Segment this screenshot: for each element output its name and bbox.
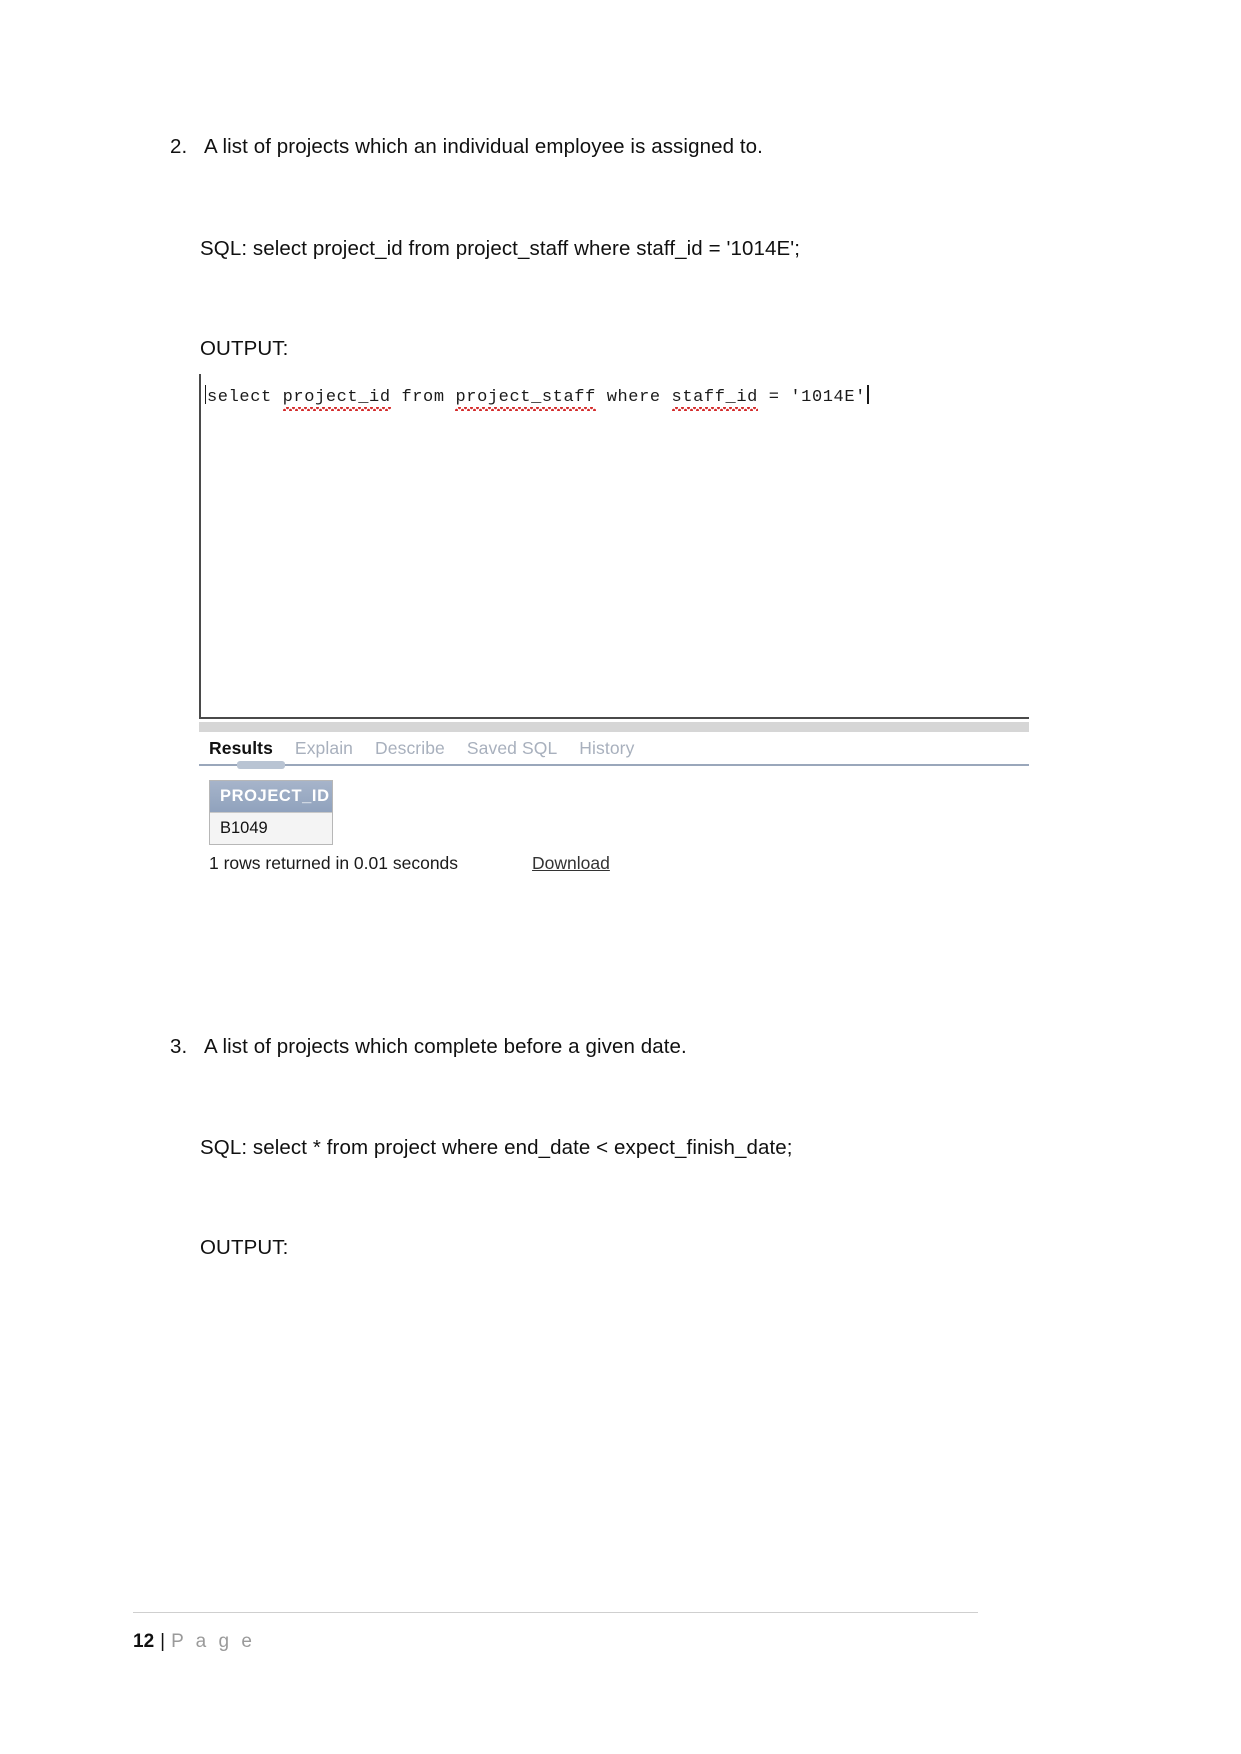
tab-saved-sql[interactable]: Saved SQL <box>467 738 557 759</box>
download-link[interactable]: Download <box>532 853 610 874</box>
list-item-number: 2. <box>170 135 188 158</box>
output-label-1: OUTPUT: <box>200 337 289 360</box>
text-caret-start-icon <box>205 385 206 404</box>
footer-separator: | <box>160 1631 166 1652</box>
result-tabs: Results Explain Describe Saved SQL Histo… <box>199 732 1029 769</box>
sql-statement-1: SQL: select project_id from project_staf… <box>200 237 801 260</box>
list-item-text: A list of projects which complete before… <box>204 1035 687 1058</box>
text-caret-icon <box>866 385 869 404</box>
tab-describe[interactable]: Describe <box>375 738 445 759</box>
list-item-number: 3. <box>170 1035 188 1058</box>
sql-token-predicate: = '1014E' <box>757 388 866 407</box>
active-tab-indicator <box>237 761 285 769</box>
footer-page-number: 12 <box>133 1631 155 1652</box>
embedded-screenshot: select project_id from project_staff whe… <box>199 374 1029 874</box>
tab-history[interactable]: History <box>579 738 634 759</box>
sql-token-project-staff: project_staff <box>455 388 597 411</box>
toolbar-divider <box>199 722 1029 732</box>
sql-editor[interactable]: select project_id from project_staff whe… <box>199 374 1029 719</box>
sql-token-select: select <box>207 388 283 407</box>
tab-explain[interactable]: Explain <box>295 738 353 759</box>
sql-token-staff-id: staff_id <box>671 388 759 411</box>
rows-returned-status: 1 rows returned in 0.01 seconds <box>209 853 459 873</box>
sql-token-from: from <box>390 388 456 407</box>
list-item-text: A list of projects which an individual e… <box>204 135 763 158</box>
footer-divider <box>133 1612 978 1613</box>
output-label-2: OUTPUT: <box>200 1236 289 1259</box>
sql-token-where: where <box>595 388 672 407</box>
results-status-row: 1 rows returned in 0.01 seconds Download <box>209 853 1029 874</box>
sql-editor-line: select project_id from project_staff whe… <box>205 382 869 411</box>
tab-results[interactable]: Results <box>209 738 273 759</box>
document-page: 2. A list of projects which an individua… <box>0 0 1241 1754</box>
table-row: B1049 <box>210 812 332 844</box>
list-item: 3. A list of projects which complete bef… <box>170 1034 687 1061</box>
page-footer: 12 | P a g e <box>133 1631 255 1653</box>
sql-statement-2: SQL: select * from project where end_dat… <box>200 1136 793 1159</box>
list-item: 2. A list of projects which an individua… <box>170 134 763 161</box>
sql-token-project-id: project_id <box>282 388 391 411</box>
results-table: PROJECT_ID B1049 <box>209 780 333 845</box>
footer-page-word: P a g e <box>171 1631 256 1652</box>
table-column-header-project-id[interactable]: PROJECT_ID <box>210 781 332 812</box>
